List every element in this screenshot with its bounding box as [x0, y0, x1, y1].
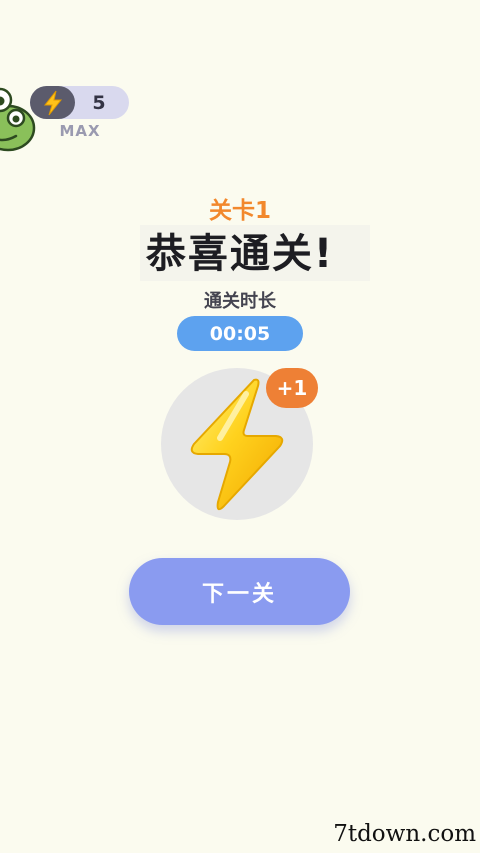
clear-time-value: 00:05 — [177, 316, 303, 351]
energy-max-label: MAX — [59, 122, 101, 140]
energy-badge — [30, 86, 75, 119]
watermark: 7tdown.com — [333, 821, 476, 847]
energy-count: 5 — [92, 92, 106, 114]
clear-time-label: 通关时长 — [204, 291, 276, 312]
watermark-faint — [362, 774, 480, 814]
level-label: 关卡1 — [208, 198, 271, 224]
reward-bonus-badge: +1 — [266, 368, 318, 408]
next-level-button[interactable]: 下一关 — [129, 558, 350, 625]
page-title: 恭喜通关! — [145, 231, 335, 277]
lightning-icon — [43, 90, 62, 115]
